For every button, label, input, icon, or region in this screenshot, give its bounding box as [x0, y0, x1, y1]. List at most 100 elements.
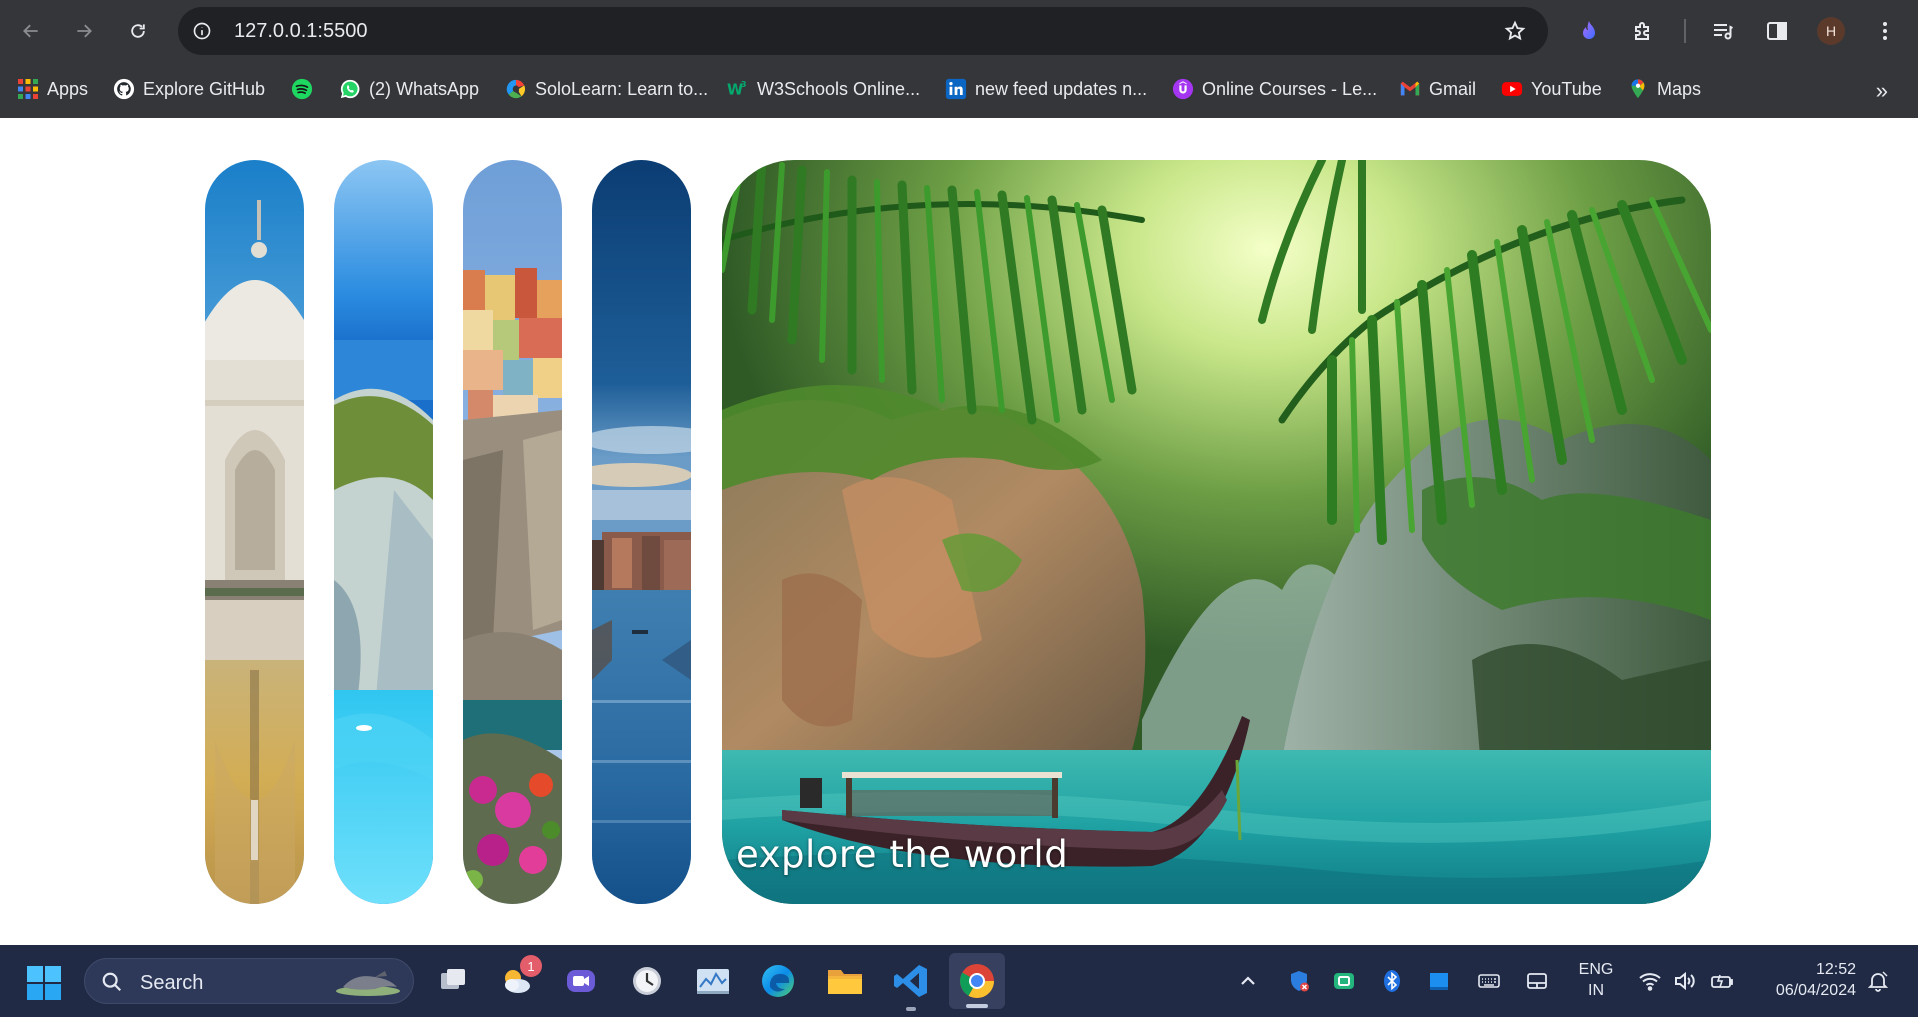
site-info-icon[interactable] — [192, 21, 212, 41]
os-taskbar: Search 1 ENG IN 12:52 06/04/2024 — [0, 945, 1918, 1017]
venice-canal-image — [592, 160, 691, 904]
bookmarks-bar: Apps Explore GitHub (2) WhatsApp SoloLea… — [0, 62, 1918, 118]
reload-button[interactable] — [120, 13, 156, 49]
kebab-menu-icon[interactable] — [1872, 18, 1898, 44]
bookmark-label: new feed updates n... — [975, 78, 1148, 99]
bookmark-whatsapp[interactable]: (2) WhatsApp — [339, 76, 479, 102]
browser-toolbar: 127.0.0.1:5500 H — [0, 0, 1918, 62]
media-control-icon[interactable] — [1710, 18, 1736, 44]
taskbar-task-view[interactable] — [433, 961, 473, 1001]
tray-battery[interactable] — [1708, 967, 1736, 995]
apps-grid-icon — [18, 79, 38, 99]
language-code: ENG — [1578, 961, 1614, 978]
clock-app-icon — [633, 967, 661, 995]
tray-wifi[interactable] — [1636, 967, 1664, 995]
taskbar-file-explorer[interactable] — [825, 961, 865, 1001]
back-button[interactable] — [13, 13, 49, 49]
tray-notifications[interactable] — [1864, 967, 1892, 995]
bookmark-gmail[interactable]: Gmail — [1399, 76, 1476, 102]
bookmarks-overflow-button[interactable]: » — [1876, 78, 1888, 104]
tropical-lagoon-image — [722, 160, 1711, 904]
taskbar-meet[interactable] — [561, 961, 601, 1001]
bookmark-label: Online Courses - Le... — [1202, 78, 1378, 99]
bookmark-label: (2) WhatsApp — [369, 78, 480, 99]
windows-start-icon[interactable] — [26, 965, 62, 1001]
touchpad-icon — [1527, 973, 1547, 989]
clock-date: 06/04/2024 — [1775, 982, 1856, 999]
profile-avatar[interactable]: H — [1817, 17, 1845, 45]
taskbar-weather-widget[interactable]: 1 — [496, 955, 542, 1001]
bookmark-spotify[interactable] — [291, 76, 321, 102]
gallery-panel-taj-mahal[interactable] — [205, 160, 304, 904]
reload-icon — [131, 24, 145, 38]
notification-bell-icon — [1867, 971, 1889, 992]
bookmark-sololearn[interactable]: SoloLearn: Learn to... — [505, 76, 708, 102]
defender-icon — [1291, 971, 1309, 992]
tray-volume[interactable] — [1671, 967, 1699, 995]
meet-camera-icon — [567, 970, 595, 992]
taskbar-edge[interactable] — [758, 961, 798, 1001]
bookmark-label: W3Schools Online... — [757, 78, 921, 99]
bookmark-label: Gmail — [1429, 78, 1477, 99]
taskbar-performance[interactable] — [693, 961, 733, 1001]
volume-icon — [1675, 971, 1695, 991]
app-tray-icon — [1430, 973, 1448, 990]
extension-flame-icon[interactable] — [1576, 18, 1602, 44]
search-icon — [102, 972, 122, 992]
tray-app[interactable] — [1425, 967, 1453, 995]
wifi-icon — [1639, 973, 1661, 991]
taskbar-search[interactable]: Search — [84, 958, 414, 1004]
github-icon — [113, 78, 135, 100]
tray-phone-link[interactable] — [1330, 967, 1358, 995]
maps-icon — [1631, 79, 1645, 99]
udemy-icon — [1172, 78, 1194, 100]
sololearn-icon — [506, 79, 526, 99]
forward-button[interactable] — [66, 13, 102, 49]
bluetooth-icon — [1384, 970, 1400, 992]
gallery-panel-featured[interactable]: explore the world — [722, 160, 1711, 904]
edge-browser-icon — [762, 965, 794, 997]
bookmark-star-icon[interactable] — [1504, 20, 1526, 42]
region-code: IN — [1588, 982, 1604, 999]
bookmark-label: YouTube — [1531, 78, 1602, 99]
photos-chart-icon — [697, 969, 729, 994]
notification-badge: 1 — [520, 955, 542, 977]
taskbar-clock-app[interactable] — [627, 961, 667, 1001]
bookmark-w3schools[interactable]: W3 W3Schools Online... — [727, 76, 920, 102]
address-bar[interactable]: 127.0.0.1:5500 — [178, 7, 1548, 55]
tray-defender[interactable] — [1285, 967, 1313, 995]
battery-icon — [1711, 974, 1733, 988]
tray-touchpad[interactable] — [1523, 967, 1551, 995]
system-clock[interactable]: 12:52 06/04/2024 — [1756, 959, 1856, 1001]
svg-text:3: 3 — [741, 79, 747, 89]
bookmark-apps[interactable]: Apps — [17, 76, 88, 102]
w3schools-icon: W3 — [727, 79, 747, 98]
bookmark-label: Explore GitHub — [143, 78, 266, 99]
spotify-icon — [291, 78, 313, 100]
url-text[interactable]: 127.0.0.1:5500 — [234, 21, 367, 41]
running-indicator — [906, 1007, 916, 1011]
taskbar-chrome[interactable] — [949, 953, 1005, 1009]
chrome-icon — [960, 964, 994, 998]
side-panel-icon[interactable] — [1764, 18, 1790, 44]
file-explorer-icon — [828, 970, 862, 994]
bookmark-linkedin[interactable]: new feed updates n... — [945, 76, 1147, 102]
bookmark-udemy[interactable]: Online Courses - Le... — [1172, 76, 1377, 102]
bookmark-youtube[interactable]: YouTube — [1501, 76, 1602, 102]
taskbar-vscode[interactable] — [891, 961, 931, 1011]
youtube-icon — [1501, 82, 1523, 96]
tray-keyboard[interactable] — [1475, 967, 1503, 995]
page-viewport: explore the world — [0, 118, 1918, 945]
bookmark-github[interactable]: Explore GitHub — [113, 76, 265, 102]
tray-overflow-button[interactable] — [1234, 967, 1262, 995]
clock-time: 12:52 — [1815, 961, 1856, 978]
extensions-puzzle-icon[interactable] — [1630, 18, 1656, 44]
gallery-panel-beach-cove[interactable] — [334, 160, 433, 904]
gallery-panel-venice-canal[interactable] — [592, 160, 691, 904]
input-language[interactable]: ENG IN — [1576, 959, 1616, 1001]
hero-caption: explore the world — [736, 833, 1069, 876]
tray-bluetooth[interactable] — [1378, 967, 1406, 995]
chevron-up-icon — [1241, 976, 1255, 985]
bookmark-maps[interactable]: Maps — [1627, 76, 1701, 102]
gallery-panel-cliff-village[interactable] — [463, 160, 562, 904]
